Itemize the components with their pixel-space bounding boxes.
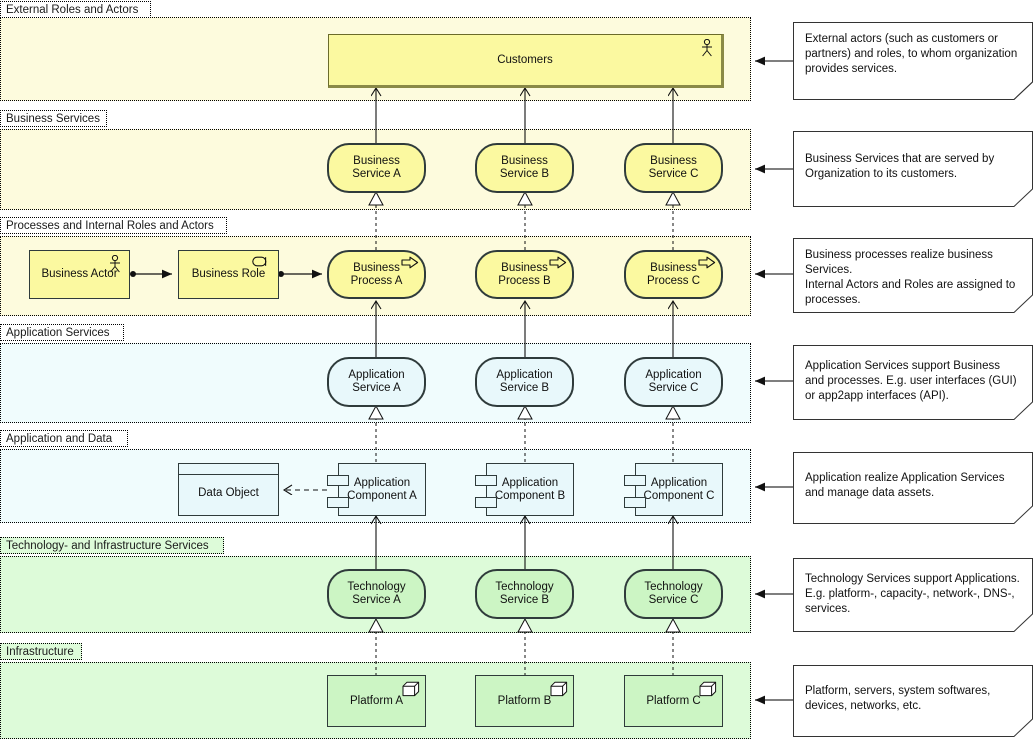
element-label: Customers <box>497 53 553 66</box>
element-label: Technology Service B <box>495 581 554 606</box>
element-business-actor[interactable]: Business Actor <box>29 250 130 299</box>
element-application-service-a[interactable]: Application Service A <box>327 357 426 407</box>
element-technology-service-b[interactable]: Technology Service B <box>475 569 574 619</box>
element-label: Platform C <box>646 694 701 707</box>
node-cube-icon <box>699 681 717 697</box>
element-business-service-a[interactable]: Business Service A <box>327 143 426 193</box>
element-label: Application Component B <box>494 476 566 502</box>
note-technology-services[interactable]: Technology Services support Applications… <box>793 558 1033 632</box>
element-technology-service-c[interactable]: Technology Service C <box>624 569 723 619</box>
node-cube-icon <box>550 681 568 697</box>
component-icon <box>327 497 349 508</box>
data-object-header-bar <box>179 464 278 475</box>
note-text: Application realize Application Services… <box>805 472 1005 499</box>
element-application-component-b[interactable]: Application Component B <box>475 463 574 516</box>
element-label: Business Process A <box>350 261 403 287</box>
element-business-role[interactable]: Business Role <box>178 250 279 299</box>
note-processes[interactable]: Business processes realize business Serv… <box>793 238 1033 313</box>
element-label: Application Service A <box>348 369 405 394</box>
actor-icon <box>702 39 712 57</box>
component-icon <box>624 475 646 486</box>
process-arrow-icon <box>549 256 567 269</box>
element-business-process-c[interactable]: Business Process C <box>624 250 723 299</box>
node-cube-icon <box>402 681 420 697</box>
element-label: Platform B <box>497 694 552 707</box>
element-technology-service-a[interactable]: Technology Service A <box>327 569 426 619</box>
note-application-data[interactable]: Application realize Application Services… <box>793 452 1033 524</box>
element-label: Business Service B <box>499 155 550 180</box>
element-label: Technology Service A <box>347 581 406 606</box>
component-icon <box>475 475 497 486</box>
element-customers[interactable]: Customers <box>328 34 724 88</box>
element-business-service-c[interactable]: Business Service C <box>624 143 723 193</box>
element-label: Business Service C <box>648 155 699 180</box>
element-application-component-c[interactable]: Application Component C <box>624 463 723 516</box>
element-label: Business Role <box>191 268 266 280</box>
element-label: Application Service B <box>496 369 553 394</box>
element-data-object[interactable]: Data Object <box>178 463 279 516</box>
note-text: Business Services that are served by Org… <box>805 153 995 180</box>
note-business-services[interactable]: Business Services that are served by Org… <box>793 131 1033 207</box>
process-arrow-icon <box>698 256 716 269</box>
process-arrow-icon <box>401 256 419 269</box>
element-label: Business Actor <box>41 268 118 280</box>
note-external-actors[interactable]: External actors (such as customers or pa… <box>793 22 1033 100</box>
note-infrastructure[interactable]: Platform, servers, system softwares, dev… <box>793 665 1033 737</box>
role-icon <box>252 256 267 267</box>
note-text: Technology Services support Applications… <box>805 573 1020 615</box>
element-business-process-a[interactable]: Business Process A <box>327 250 426 299</box>
element-platform-a[interactable]: Platform A <box>327 675 426 727</box>
element-application-component-a[interactable]: Application Component A <box>327 463 426 516</box>
element-label: Application Component C <box>643 476 715 502</box>
element-application-service-b[interactable]: Application Service B <box>475 357 574 407</box>
element-label: Technology Service C <box>644 581 703 606</box>
element-label: Business Service A <box>352 155 401 180</box>
element-label: Business Process C <box>646 261 701 287</box>
component-icon <box>475 497 497 508</box>
element-business-service-b[interactable]: Business Service B <box>475 143 574 193</box>
layered-architecture-diagram: External Roles and Actors Business Servi… <box>0 0 1035 739</box>
element-label: Application Service C <box>645 369 702 394</box>
note-text: Application Services support Business an… <box>805 360 1017 402</box>
element-label: Business Process B <box>498 261 551 287</box>
element-platform-b[interactable]: Platform B <box>475 675 574 727</box>
note-application-services[interactable]: Application Services support Business an… <box>793 345 1033 420</box>
element-label: Platform A <box>349 694 404 707</box>
note-text: Platform, servers, system softwares, dev… <box>805 685 991 712</box>
element-business-process-b[interactable]: Business Process B <box>475 250 574 299</box>
element-label: Data Object <box>198 487 259 499</box>
element-label: Application Component A <box>347 476 417 502</box>
element-platform-c[interactable]: Platform C <box>624 675 723 727</box>
component-icon <box>624 497 646 508</box>
element-application-service-c[interactable]: Application Service C <box>624 357 723 407</box>
component-icon <box>327 475 349 486</box>
